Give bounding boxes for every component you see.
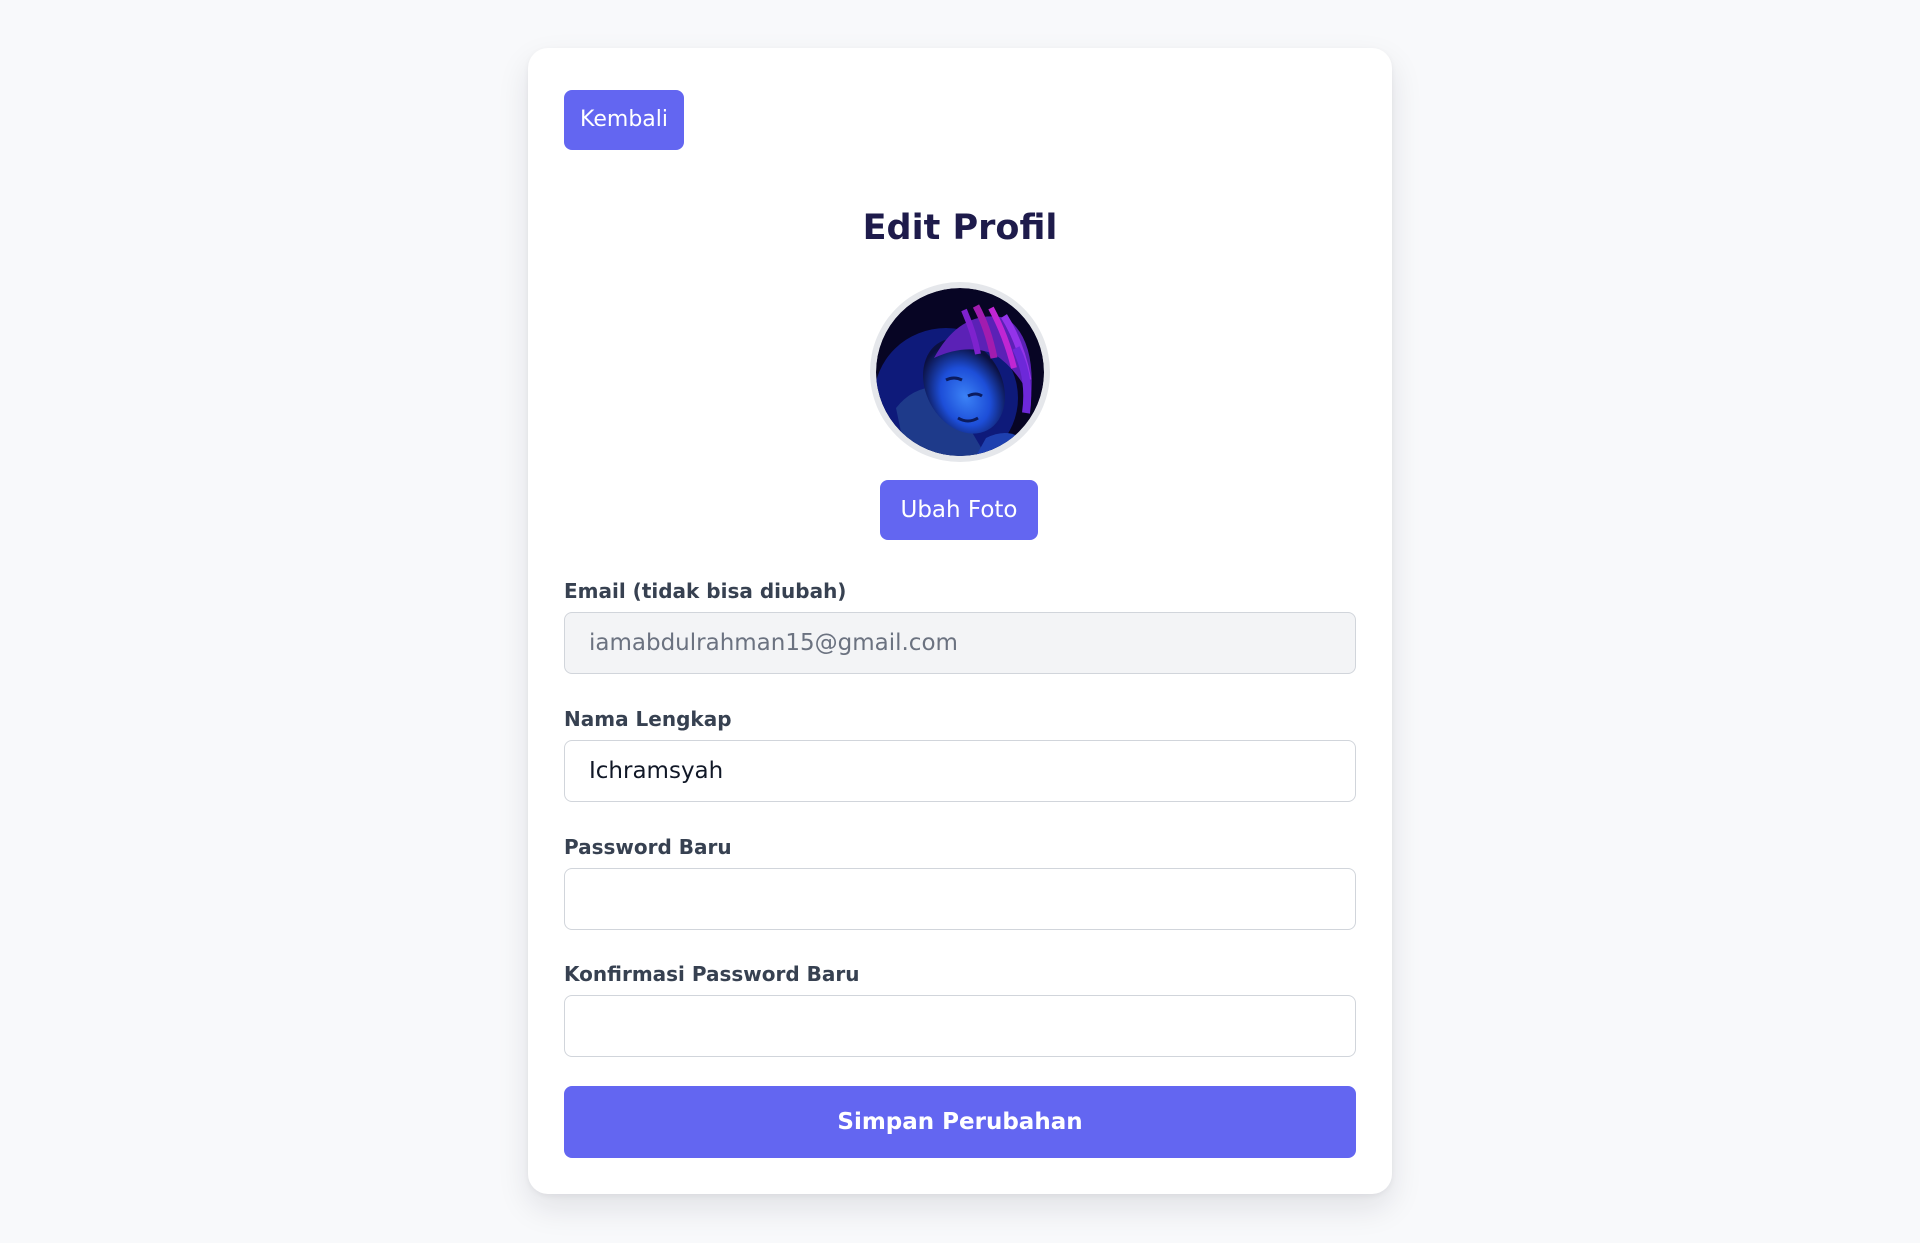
confirm-password-label: Konfirmasi Password Baru	[564, 962, 860, 986]
email-label: Email (tidak bisa diubah)	[564, 579, 847, 603]
full-name-field[interactable]	[564, 740, 1356, 802]
full-name-label: Nama Lengkap	[564, 707, 732, 731]
save-changes-button[interactable]: Simpan Perubahan	[564, 1086, 1356, 1158]
edit-profile-card: Kembali Edit Profil Ubah Foto Email (tid…	[528, 48, 1392, 1194]
new-password-field[interactable]	[564, 868, 1356, 930]
change-photo-button[interactable]: Ubah Foto	[880, 480, 1038, 540]
confirm-password-field[interactable]	[564, 995, 1356, 1057]
new-password-label: Password Baru	[564, 835, 732, 859]
email-field[interactable]	[564, 612, 1356, 674]
avatar	[870, 282, 1050, 462]
back-button[interactable]: Kembali	[564, 90, 684, 150]
page-title: Edit Profil	[862, 208, 1058, 248]
profile-photo-icon	[876, 288, 1044, 456]
